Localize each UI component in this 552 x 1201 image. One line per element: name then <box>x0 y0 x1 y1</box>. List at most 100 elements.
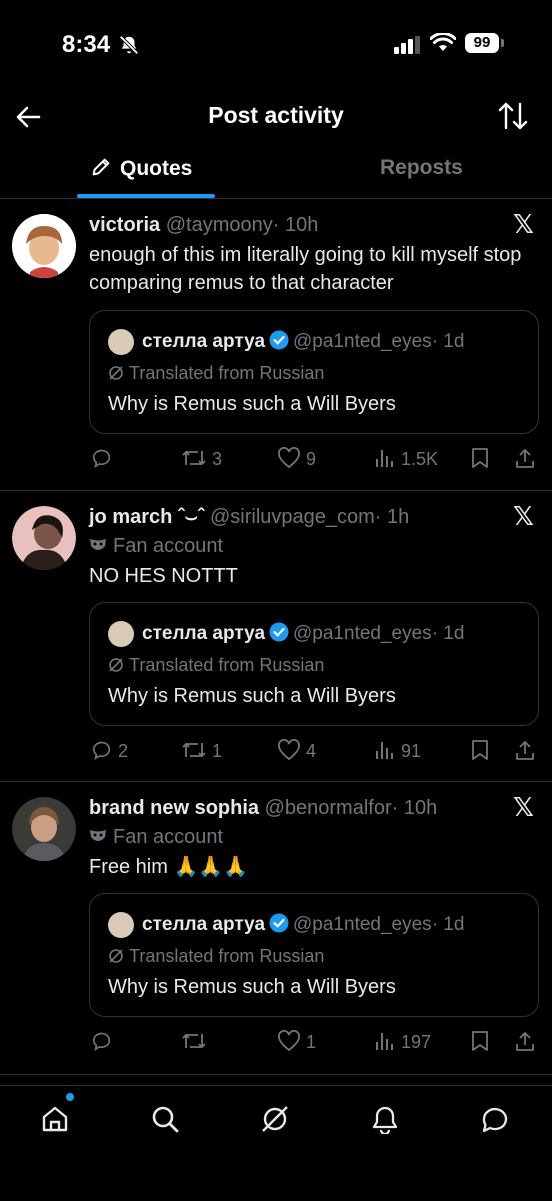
verified-icon <box>269 622 289 642</box>
x-logo-icon: 𝕏 <box>513 209 534 239</box>
translate-icon <box>109 949 123 963</box>
views-button[interactable]: 197 <box>374 1030 431 1053</box>
quoted-text: Why is Remus such a Will Byers <box>108 685 396 707</box>
quoted-post[interactable]: стелла артуа @pa1nted_eyes· 1d Translated… <box>89 310 539 434</box>
bookmark-icon <box>472 448 488 468</box>
author-name[interactable]: jo march ˆ⌣ˆ <box>89 506 204 528</box>
reply-icon <box>92 741 111 760</box>
post-actions: 2 1 4 91 <box>89 739 539 769</box>
quoted-header: стелла артуа @pa1nted_eyes· 1d <box>142 913 464 936</box>
view-count: 197 <box>401 1032 432 1052</box>
views-button[interactable]: 1.5K <box>374 447 438 470</box>
heart-icon <box>278 447 300 469</box>
views-icon <box>376 1033 393 1050</box>
repost-icon <box>182 743 206 757</box>
quoted-post[interactable]: стелла артуа @pa1nted_eyes· 1d Translated… <box>89 602 539 726</box>
repost-icon <box>182 1034 206 1048</box>
quoted-post[interactable]: стелла артуа @pa1nted_eyes· 1d Translated… <box>89 893 539 1017</box>
quoted-avatar <box>108 329 134 355</box>
signal-icon <box>394 36 420 54</box>
repost-icon <box>182 451 206 465</box>
quote-post[interactable]: victoria @taymoony· 10h 𝕏 enough of this… <box>0 199 552 491</box>
heart-icon <box>278 1030 300 1052</box>
repost-count: 1 <box>212 741 223 761</box>
share-button[interactable] <box>514 739 536 762</box>
fan-account-text: Fan account <box>113 826 224 848</box>
like-count: 4 <box>306 741 317 761</box>
reply-button[interactable]: 2 <box>91 739 128 762</box>
author-handle[interactable]: @benormalfor <box>265 797 392 819</box>
quoted-author-name: стелла артуа <box>142 331 266 352</box>
messages-icon[interactable] <box>480 1104 510 1134</box>
search-icon[interactable] <box>150 1104 180 1134</box>
repost-button[interactable]: 3 <box>181 447 222 470</box>
author-handle[interactable]: @taymoony <box>166 214 273 236</box>
like-button[interactable]: 4 <box>277 739 316 762</box>
quoted-avatar <box>108 621 134 647</box>
notifications-icon[interactable] <box>370 1104 400 1134</box>
battery-tip <box>501 39 504 47</box>
status-time: 8:34 <box>62 31 111 58</box>
home-icon[interactable] <box>40 1104 70 1134</box>
author-name[interactable]: brand new sophia <box>89 797 259 819</box>
tab-reposts[interactable]: Reposts <box>380 156 463 180</box>
quoted-author-name: стелла артуа <box>142 914 266 935</box>
page-header: Post activity <box>0 92 552 142</box>
translated-label: Translated from Russian <box>108 363 324 384</box>
bookmark-icon <box>472 740 488 760</box>
bookmark-button[interactable] <box>470 1030 490 1053</box>
share-button[interactable] <box>514 1030 536 1053</box>
reply-icon <box>92 1032 111 1051</box>
translated-label: Translated from Russian <box>108 655 324 676</box>
translated-text: Translated from Russian <box>129 655 325 675</box>
reply-button[interactable] <box>91 447 113 470</box>
tab-quotes-label: Quotes <box>120 157 193 180</box>
bookmark-icon <box>472 1031 488 1051</box>
post-time: · 10h <box>272 214 319 236</box>
repost-button[interactable]: 1 <box>181 739 222 762</box>
reply-button[interactable] <box>91 1030 113 1053</box>
post-time: · 10h <box>391 797 438 819</box>
home-notification-dot <box>66 1093 74 1101</box>
post-header: jo march ˆ⌣ˆ @siriluvpage_com· 1h <box>89 506 409 529</box>
quoted-author-handle: @pa1nted_eyes <box>293 623 432 644</box>
quote-post[interactable]: jo march ˆ⌣ˆ @siriluvpage_com· 1h 𝕏 Fan … <box>0 491 552 782</box>
tab-quotes[interactable]: Quotes <box>90 156 192 181</box>
active-tab-indicator <box>77 194 215 198</box>
author-handle[interactable]: @siriluvpage_com <box>210 506 375 528</box>
tab-bar: Quotes Reposts <box>0 142 552 199</box>
battery-indicator: 99 <box>465 33 499 53</box>
avatar[interactable] <box>12 214 76 278</box>
share-icon <box>516 1032 534 1051</box>
like-button[interactable]: 9 <box>277 447 316 470</box>
post-actions: 1 197 <box>89 1030 539 1060</box>
quoted-avatar <box>108 912 134 938</box>
views-button[interactable]: 91 <box>374 739 421 762</box>
reply-count: 2 <box>118 741 129 761</box>
quoted-author-handle: @pa1nted_eyes <box>293 331 432 352</box>
bookmark-button[interactable] <box>470 447 490 470</box>
grok-icon[interactable] <box>260 1104 290 1134</box>
avatar[interactable] <box>12 797 76 861</box>
bottom-nav <box>0 1085 552 1201</box>
avatar[interactable] <box>12 506 76 570</box>
bell-off-icon <box>119 35 139 55</box>
repost-button[interactable] <box>181 1030 207 1053</box>
like-button[interactable]: 1 <box>277 1030 316 1053</box>
translate-icon <box>109 658 123 672</box>
verified-icon <box>269 330 289 350</box>
quote-post[interactable]: brand new sophia @benormalfor· 10h 𝕏 Fan… <box>0 782 552 1075</box>
bookmark-button[interactable] <box>470 739 490 762</box>
view-count: 91 <box>401 741 422 761</box>
views-icon <box>376 450 393 467</box>
quoted-author-name: стелла артуа <box>142 623 266 644</box>
views-icon <box>376 742 393 759</box>
author-name[interactable]: victoria <box>89 214 160 236</box>
quoted-header: стелла артуа @pa1nted_eyes· 1d <box>142 330 464 353</box>
view-count: 1.5K <box>401 449 439 469</box>
sort-icon[interactable] <box>497 101 529 131</box>
quoted-post-time: · 1d <box>431 623 465 644</box>
share-button[interactable] <box>514 447 536 470</box>
quoted-author-handle: @pa1nted_eyes <box>293 914 432 935</box>
mask-icon <box>90 539 106 550</box>
